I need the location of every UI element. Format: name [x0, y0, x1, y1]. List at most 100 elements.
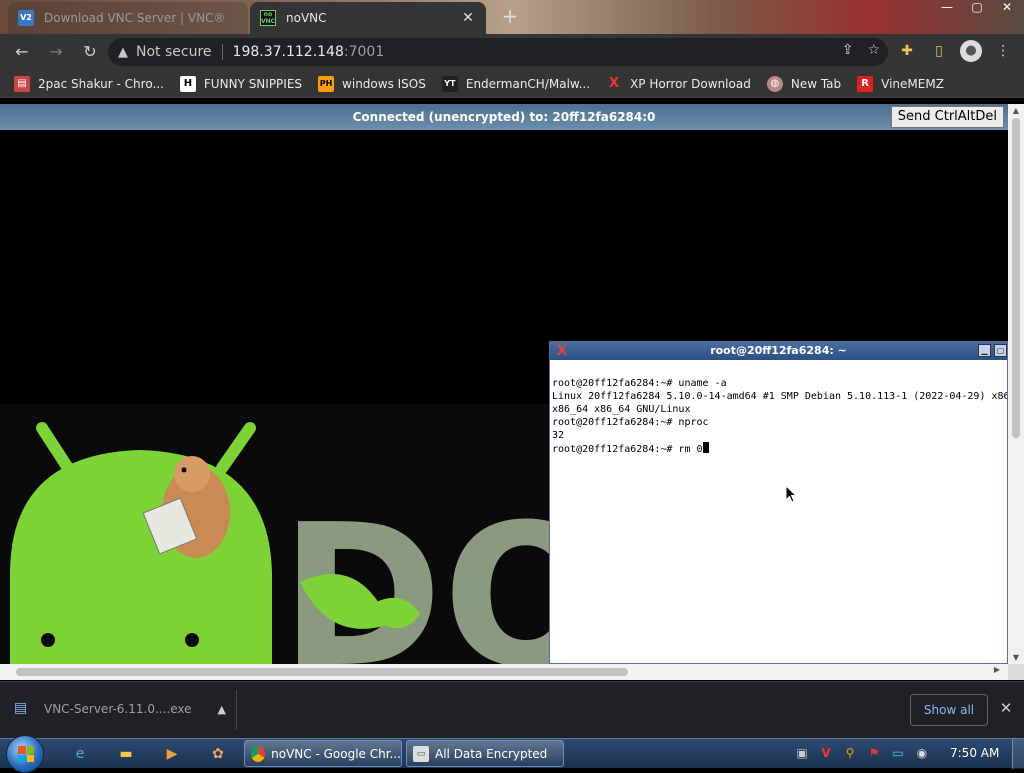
new-tab-button[interactable]: + — [500, 6, 520, 26]
taskbar-chrome-novnc[interactable]: noVNC - Google Chr... — [244, 740, 402, 767]
tray-monitor-icon[interactable]: ▭ — [890, 745, 906, 761]
terminal-output[interactable]: root@20ff12fa6284:~# uname -a Linux 20ff1… — [550, 360, 1007, 486]
vnc-icon: V2 — [18, 10, 34, 26]
window-controls: — ▢ ✕ — [932, 0, 1022, 18]
maximize-button[interactable]: ▢ — [962, 0, 992, 18]
connection-status: Connected (unencrypted) to: 20ff12fa6284… — [352, 110, 656, 124]
vertical-scrollbar[interactable]: ▲ ▼ — [1008, 104, 1024, 664]
minimize-button[interactable]: — — [932, 0, 962, 18]
start-button[interactable] — [6, 735, 44, 773]
tab-title: Download VNC Server | VNC® — [44, 11, 226, 25]
omnibox-divider — [221, 44, 223, 60]
bookmark-label: VineMEMZ — [881, 76, 944, 91]
xterm-title: root@20ff12fa6284: ~ — [710, 344, 847, 357]
show-desktop-button[interactable] — [1012, 739, 1024, 769]
tab-title: noVNC — [286, 11, 327, 25]
download-filename: VNC-Server-6.11.0....exe — [44, 702, 192, 716]
terminal-line: root@20ff12fa6284:~# uname -a — [552, 378, 727, 389]
tab-novnc[interactable]: no VNC noVNC ✕ — [250, 2, 486, 34]
scroll-right-icon[interactable]: ▶ — [990, 665, 1004, 674]
url-host[interactable]: 198.37.112.148 — [233, 44, 344, 60]
scroll-down-icon[interactable]: ▼ — [1008, 653, 1024, 662]
taskbar-task-label: noVNC - Google Chr... — [271, 746, 401, 761]
system-tray: ▣ V ⚲ ⚑ ▭ ◉ — [794, 745, 930, 761]
side-panel-icon[interactable]: ▯ — [928, 40, 950, 62]
horizontal-scrollbar[interactable]: ▶ — [0, 664, 1008, 680]
internet-explorer-icon[interactable]: e — [62, 742, 98, 766]
bookmark-new-tab[interactable]: ◍ New Tab — [766, 75, 842, 92]
address-bar[interactable]: ▲ Not secure 198.37.112.148 :7001 ⇪ ☆ — [108, 38, 888, 66]
star-icon[interactable]: ☆ — [867, 42, 880, 58]
windows-taskbar: e ▬ ▶ ✿ noVNC - Google Chr... ▭ All Data… — [0, 735, 1024, 773]
bookmark-endermanch[interactable]: YT EndermanCH/Malw... — [441, 75, 591, 92]
taskbar-clock[interactable]: 7:50 AM — [950, 746, 999, 760]
menu-icon[interactable]: ⋮ — [992, 40, 1014, 62]
bookmark-label: FUNNY SNIPPIES — [203, 76, 303, 91]
share-icon[interactable]: ⇪ — [842, 42, 854, 58]
xterm-titlebar[interactable]: X root@20ff12fa6284: ~ ▁ ▢ — [550, 342, 1007, 360]
bookmark-label: EndermanCH/Malw... — [465, 76, 591, 91]
bookmarks-bar: ▤ 2pac Shakur - Chro... H FUNNY SNIPPIES… — [0, 70, 1024, 98]
terminal-prompt-line[interactable]: root@20ff12fa6284:~# rm 0 — [552, 442, 1005, 456]
novnc-icon: no VNC — [260, 10, 276, 26]
bookmark-2pac[interactable]: ▤ 2pac Shakur - Chro... — [14, 75, 164, 92]
scroll-up-icon[interactable]: ▲ — [1008, 106, 1024, 115]
xterm-minimize-icon[interactable]: ▁ — [978, 344, 991, 357]
tray-v-icon[interactable]: V — [818, 745, 834, 761]
close-icon[interactable]: ✕ — [998, 700, 1014, 716]
warning-icon[interactable]: ▲ — [118, 45, 128, 60]
vnc-canvas[interactable]: DOO X root@20ff12fa6284: ~ ▁ ▢ root@20ff… — [0, 130, 1008, 664]
download-item[interactable]: ▤ VNC-Server-6.11.0....exe ▲ — [14, 700, 226, 718]
bookmark-label: XP Horror Download — [630, 76, 751, 91]
paint-icon[interactable]: ✿ — [200, 742, 236, 766]
tab-strip: V2 Download VNC Server | VNC® no VNC noV… — [0, 0, 1024, 34]
send-ctrlaltdel-button[interactable]: Send CtrlAltDel — [890, 106, 1004, 128]
download-divider — [236, 690, 237, 730]
bookmark-funny-snippies[interactable]: H FUNNY SNIPPIES — [179, 75, 303, 92]
media-player-icon[interactable]: ▶ — [154, 742, 190, 766]
android-wallpaper-graphic: DOO — [10, 422, 550, 664]
security-label[interactable]: Not secure — [136, 44, 212, 60]
show-all-button[interactable]: Show all — [910, 694, 988, 726]
x-icon: X — [609, 75, 620, 91]
vertical-scroll-thumb[interactable] — [1012, 118, 1020, 438]
bookmark-xp-horror[interactable]: X XP Horror Download — [606, 76, 751, 92]
mouse-pointer-icon — [785, 485, 797, 503]
chevron-up-icon[interactable]: ▲ — [218, 703, 226, 716]
xterm-logo-icon: X — [556, 343, 568, 359]
tray-volume-icon[interactable]: ◉ — [914, 745, 930, 761]
bookmark-vinememz[interactable]: R VineMEMZ — [857, 75, 944, 92]
profile-avatar[interactable]: ● — [960, 40, 982, 62]
h-icon: H — [179, 75, 196, 92]
globe-icon: ◍ — [766, 75, 783, 92]
tray-flag-icon[interactable]: ⚑ — [866, 745, 882, 761]
xterm-maximize-icon[interactable]: ▢ — [994, 344, 1007, 357]
explorer-folder-icon[interactable]: ▬ — [108, 742, 144, 766]
horizontal-scroll-thumb[interactable] — [16, 668, 628, 676]
prompt-text: root@20ff12fa6284:~# rm 0 — [552, 444, 703, 455]
ph-icon: PH — [318, 75, 335, 92]
tab-close-icon[interactable]: ✕ — [460, 10, 476, 26]
terminal-line: x86_64 x86_64 GNU/Linux — [552, 404, 691, 415]
browser-toolbar: ← → ↻ ▲ Not secure 198.37.112.148 :7001 … — [0, 34, 1024, 70]
back-button[interactable]: ← — [10, 40, 34, 64]
download-shelf: ▤ VNC-Server-6.11.0....exe ▲ Show all ✕ — [0, 681, 1024, 738]
close-window-button[interactable]: ✕ — [992, 0, 1022, 18]
reload-button[interactable]: ↻ — [78, 40, 102, 64]
tray-search-icon[interactable]: ⚲ — [842, 745, 858, 761]
terminal-cursor — [702, 442, 709, 453]
bookmark-icon: ▤ — [14, 75, 30, 92]
bookmark-label: New Tab — [790, 76, 842, 91]
tab-vnc-download[interactable]: V2 Download VNC Server | VNC® — [8, 2, 248, 34]
bookmark-windows-isos[interactable]: PH windows ISOS — [318, 75, 426, 92]
terminal-line: Linux 20ff12fa6284 5.10.0-14-amd64 #1 SM… — [552, 391, 1007, 402]
tray-app-icon[interactable]: ▣ — [794, 745, 810, 761]
taskbar-task-label: All Data Encrypted — [435, 746, 548, 761]
xterm-window[interactable]: X root@20ff12fa6284: ~ ▁ ▢ root@20ff12fa… — [549, 341, 1008, 664]
url-port[interactable]: :7001 — [344, 44, 384, 60]
window-icon: ▭ — [413, 745, 429, 762]
forward-button[interactable]: → — [44, 40, 68, 64]
taskbar-all-data-encrypted[interactable]: ▭ All Data Encrypted — [406, 740, 564, 767]
extensions-icon[interactable]: ✚ — [896, 40, 918, 62]
terminal-line: root@20ff12fa6284:~# nproc — [552, 417, 709, 428]
